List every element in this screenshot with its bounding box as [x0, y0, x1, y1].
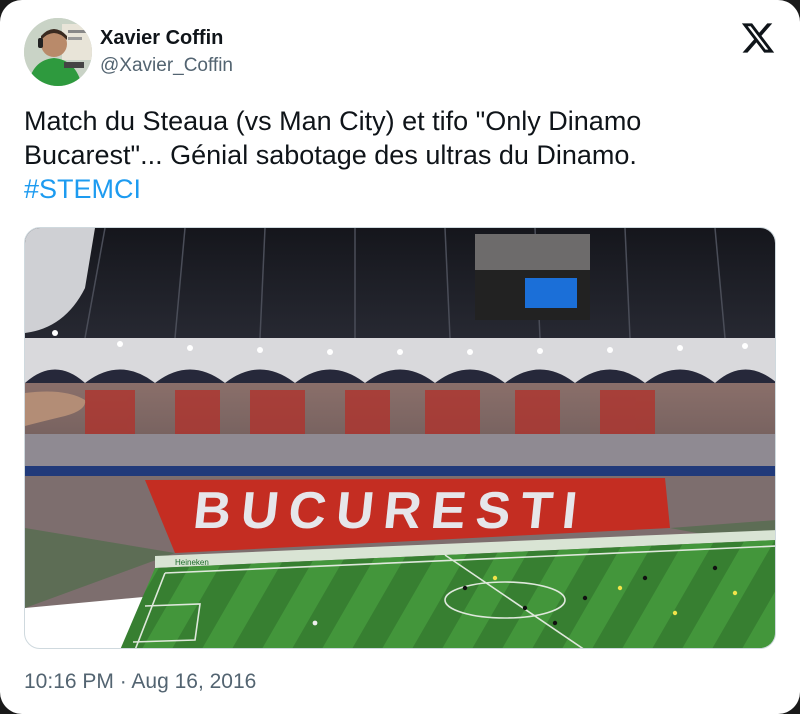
stadium-photo: BUCURESTI Heineken: [25, 228, 775, 648]
tweet-timestamp[interactable]: 10:16 PM · Aug 16, 2016: [24, 668, 256, 696]
avatar[interactable]: [24, 18, 92, 86]
tifo-text: BUCURESTI: [191, 482, 590, 540]
x-logo-icon[interactable]: [740, 20, 776, 56]
author-block: Xavier Coffin @Xavier_Coffin: [100, 26, 233, 78]
tweet-header: Xavier Coffin @Xavier_Coffin: [24, 18, 776, 88]
tweet-card: Xavier Coffin @Xavier_Coffin Match du St…: [0, 0, 800, 714]
author-name[interactable]: Xavier Coffin: [100, 26, 233, 50]
hashtag-link[interactable]: #STEMCI: [24, 172, 141, 206]
ad-board-text: Heineken: [175, 558, 209, 567]
tweet-media[interactable]: BUCURESTI Heineken: [24, 227, 776, 649]
avatar-image: [24, 18, 92, 86]
author-handle[interactable]: @Xavier_Coffin: [100, 54, 233, 78]
tweet-body: Match du Steaua (vs Man City) et tifo "O…: [24, 106, 642, 170]
tweet-text: Match du Steaua (vs Man City) et tifo "O…: [24, 104, 764, 206]
